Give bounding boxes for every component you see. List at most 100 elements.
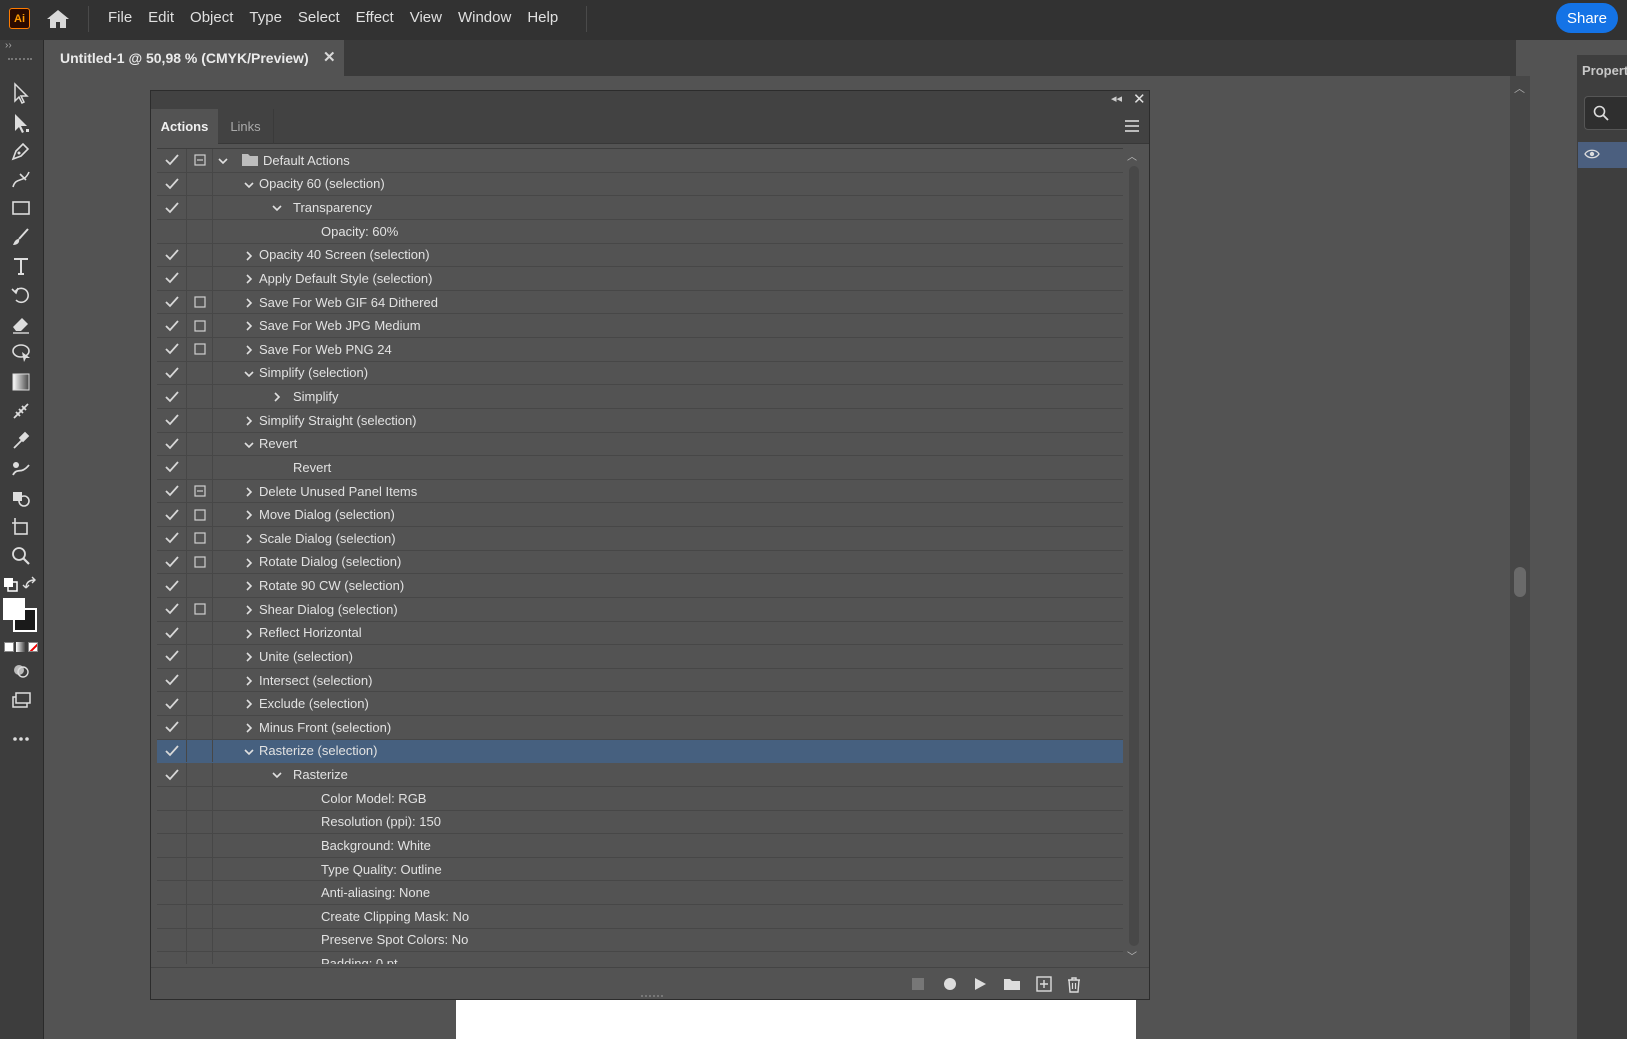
fill-swatch[interactable] [3,598,25,620]
toggle-item-checkbox[interactable] [157,597,187,621]
toggle-dialog-checkbox[interactable] [187,338,213,361]
panel-resize-grip[interactable] [641,995,663,999]
close-icon[interactable]: ✕ [323,48,336,66]
chevron-right-icon[interactable] [243,486,255,498]
chevron-right-icon[interactable] [243,533,255,545]
chevron-right-icon[interactable] [271,391,283,403]
swap-fill-stroke-icon[interactable] [22,572,40,598]
action-row[interactable]: Anti-aliasing: None [157,881,1123,905]
toggle-dialog-checkbox[interactable] [187,219,213,243]
toggle-item-checkbox[interactable] [157,456,187,479]
toggle-dialog-checkbox[interactable] [187,881,213,904]
toggle-dialog-checkbox[interactable] [187,692,213,715]
action-row[interactable]: Intersect (selection) [157,668,1123,693]
toggle-item-checkbox[interactable] [157,267,187,290]
toggle-dialog-checkbox[interactable] [187,621,213,645]
chevron-down-icon[interactable] [271,202,283,214]
toggle-dialog-checkbox[interactable] [187,243,213,267]
trash-icon[interactable] [1065,975,1083,993]
blend-tool-icon[interactable] [8,456,34,482]
action-row[interactable]: Simplify (selection) [157,361,1123,386]
canvas-vertical-scrollbar[interactable] [1510,76,1530,1039]
toggle-item-checkbox[interactable] [157,881,187,904]
chevron-right-icon[interactable] [243,580,255,592]
chevron-right-icon[interactable] [243,320,255,332]
scrollbar-thumb[interactable] [1514,567,1526,597]
toggle-dialog-checkbox[interactable] [187,668,213,692]
toggle-item-checkbox[interactable] [157,550,187,574]
chevron-right-icon[interactable] [243,698,255,710]
chevron-right-icon[interactable] [243,651,255,663]
toggle-dialog-checkbox[interactable] [187,479,213,503]
collapse-panel-icon[interactable]: ◂◂ [1111,92,1122,105]
curvature-tool-icon[interactable] [8,166,34,192]
toggle-item-checkbox[interactable] [157,645,187,668]
action-row[interactable]: Minus Front (selection) [157,716,1123,740]
action-row[interactable]: Save For Web GIF 64 Dithered [157,290,1123,315]
symbol-sprayer-tool-icon[interactable] [8,485,34,511]
action-row[interactable]: Delete Unused Panel Items [157,479,1123,504]
chevron-right-icon[interactable] [243,509,255,521]
toggle-item-checkbox[interactable] [157,621,187,645]
menu-item-edit[interactable]: Edit [140,9,182,26]
toggle-dialog-checkbox[interactable] [187,928,213,952]
toggle-dialog-checkbox[interactable] [187,149,213,172]
chevron-right-icon[interactable] [243,722,255,734]
action-row[interactable]: Rotate Dialog (selection) [157,550,1123,575]
rectangle-tool-icon[interactable] [8,195,34,221]
toggle-dialog-checkbox[interactable] [187,267,213,290]
paintbrush-tool-icon[interactable] [8,224,34,250]
scrollbar-track[interactable] [1129,166,1139,946]
toggle-item-checkbox[interactable] [157,786,187,810]
chevron-down-icon[interactable] [243,746,255,758]
toggle-item-checkbox[interactable] [157,952,187,964]
screen-mode-icon[interactable] [8,687,34,713]
toggle-item-checkbox[interactable] [157,290,187,314]
toggle-item-checkbox[interactable] [157,243,187,267]
toolbar-collapse-icon[interactable]: ›› [5,40,12,51]
toggle-item-checkbox[interactable] [157,149,187,172]
scroll-up-icon[interactable]: ︿ [1127,148,1137,163]
action-row[interactable]: Type Quality: Outline [157,857,1123,882]
color-mode-icon[interactable] [4,642,14,652]
toggle-item-checkbox[interactable] [157,857,187,881]
record-icon[interactable] [941,975,959,993]
chevron-right-icon[interactable] [243,344,255,356]
toggle-item-checkbox[interactable] [157,361,187,385]
toggle-dialog-checkbox[interactable] [187,408,213,432]
action-row[interactable]: Transparency [157,196,1123,220]
toggle-item-checkbox[interactable] [157,810,187,834]
panel-menu-icon[interactable] [1125,120,1139,135]
document-tab[interactable]: Untitled-1 @ 50,98 % (CMYK/Preview) ✕ [46,40,344,76]
toggle-dialog-checkbox[interactable] [187,503,213,526]
toggle-dialog-checkbox[interactable] [187,834,213,857]
toggle-item-checkbox[interactable] [157,385,187,408]
toggle-item-checkbox[interactable] [157,172,187,196]
action-row[interactable]: Preserve Spot Colors: No [157,928,1123,953]
gradient-mode-icon[interactable] [16,642,26,652]
rotate-tool-icon[interactable] [8,282,34,308]
action-row[interactable]: Revert [157,432,1123,457]
fill-stroke-swatch[interactable] [3,598,37,632]
chevron-right-icon[interactable] [243,273,255,285]
action-row[interactable]: Simplify Straight (selection) [157,408,1123,433]
toggle-dialog-checkbox[interactable] [187,905,213,928]
action-row[interactable]: Simplify [157,385,1123,409]
toggle-item-checkbox[interactable] [157,763,187,786]
toggle-dialog-checkbox[interactable] [187,432,213,456]
new-action-icon[interactable] [1035,975,1053,993]
chevron-right-icon[interactable] [243,675,255,687]
toggle-item-checkbox[interactable] [157,928,187,952]
chevron-right-icon[interactable] [243,604,255,616]
chevron-down-icon[interactable] [243,439,255,451]
action-row[interactable]: Revert [157,456,1123,480]
toggle-dialog-checkbox[interactable] [187,550,213,574]
action-row[interactable]: Default Actions [157,149,1123,173]
home-icon[interactable] [46,8,70,30]
search-input[interactable] [1584,96,1627,130]
shape-builder-tool-icon[interactable] [8,340,34,366]
chevron-right-icon[interactable] [243,557,255,569]
toolbar-grip[interactable] [8,58,32,61]
mesh-tool-icon[interactable] [8,398,34,424]
toggle-item-checkbox[interactable] [157,739,187,763]
